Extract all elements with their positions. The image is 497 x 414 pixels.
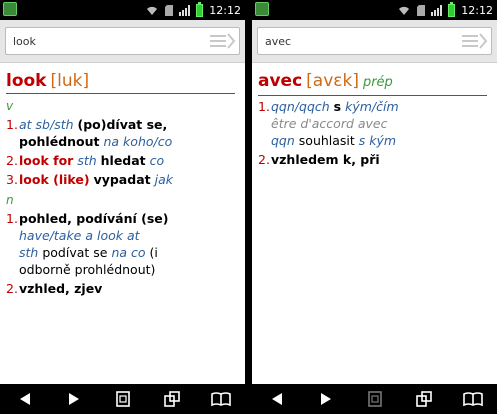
example-translation: podívat se [42,245,108,260]
forward-arrow-icon[interactable] [314,389,338,409]
part-of-speech: prép [362,75,393,90]
phrasal-verb[interactable]: look for [19,153,73,168]
pronunciation: [avɛk] [306,71,359,91]
back-arrow-icon[interactable] [265,389,289,409]
battery-icon [196,1,204,17]
single-window-icon[interactable] [363,389,387,409]
valency[interactable]: jak [155,172,173,187]
valency[interactable]: kým/čím [345,99,399,114]
part-of-speech: v [6,99,14,113]
sense-number: 2. [258,152,270,167]
sense-item: 2. vzhled, zjev [6,280,235,297]
part-of-speech: n [6,193,14,207]
sense-number: 2. [6,153,18,168]
notification-app-icon [3,2,17,16]
sense-item: 2. look for sth hledat co [6,152,235,169]
translation: hledat [100,153,146,168]
phone-screen-left: 12:12 look[luk] v 1. at sb/sth (po)dívat… [0,0,245,414]
search-bar [0,20,245,63]
signal-icon [431,4,443,16]
bottom-toolbar [252,384,497,414]
status-bar: 12:12 [252,0,497,20]
sense-item: 3. look (like) vypadat jak [6,171,235,188]
clock: 12:12 [209,3,241,17]
sd-card-icon [417,4,426,16]
valency[interactable]: na co [111,245,145,260]
book-icon[interactable] [461,389,485,409]
example-phrase: être d'accord avec [271,116,388,131]
status-icons: 12:12 [145,1,241,18]
phrasal-verb[interactable]: look (like) [19,172,90,187]
sense-number: 1. [258,99,270,114]
status-bar: 12:12 [0,0,245,20]
valency[interactable]: na koho/co [104,134,173,149]
list-menu-icon[interactable] [462,33,488,49]
translation: vzhledem k, při [271,152,380,167]
status-icons: 12:12 [397,1,493,18]
translation: pohled, podívání (se) [19,211,169,226]
example-translation: odborně prohlédnout) [19,262,156,277]
bottom-toolbar [0,384,245,414]
pronunciation: [luk] [50,71,90,91]
notification-app-icon [255,2,269,16]
headword: look [6,71,47,91]
example-translation: (i [149,245,158,260]
headword-line: look [luk] [6,70,235,94]
clock: 12:12 [461,3,493,17]
multi-window-icon[interactable] [160,389,184,409]
translation: vzhled, zjev [19,281,103,296]
battery-icon [448,1,456,17]
sense-number: 1. [6,211,18,226]
search-input[interactable] [257,27,492,55]
forward-arrow-icon[interactable] [62,389,86,409]
wifi-icon [145,4,159,16]
sd-card-icon [165,4,174,16]
sense-item: 1. qqn/qqch s kým/čím être d'accord avec… [258,98,487,149]
valency[interactable]: qqn/qqch [271,99,330,114]
search-input[interactable] [5,27,240,55]
phone-screen-right: 12:12 avec[avɛk]prép 1. qqn/qqch s kým/č… [252,0,497,414]
collocation[interactable]: at sb/sth [19,117,74,132]
search-bar [252,20,497,63]
valency[interactable]: s kým [359,133,396,148]
wifi-icon [397,4,411,16]
single-window-icon[interactable] [111,389,135,409]
sense-item: 1. at sb/sth (po)dívat se, pohlédnout na… [6,116,235,150]
sense-number: 2. [6,281,18,296]
book-icon[interactable] [209,389,233,409]
sense-item: 2. vzhledem k, při [258,151,487,168]
example-phrase[interactable]: sth [19,245,38,260]
translation: (po)dívat se, [77,117,168,132]
multi-window-icon[interactable] [412,389,436,409]
example-translation: souhlasit [298,133,355,148]
sense-number: 3. [6,172,18,187]
translation: vypadat [93,172,151,187]
dictionary-entry: avec [avɛk] prép 1. qqn/qqch s kým/čím êtr… [252,64,497,384]
sense-item: 1. pohled, podívání (se) have/take a loo… [6,210,235,278]
sense-number: 1. [6,117,18,132]
dictionary-entry: look [luk] v 1. at sb/sth (po)dívat se, p… [0,64,245,384]
translation: s [333,99,342,114]
valency[interactable]: qqn [271,133,295,148]
headword-line: avec [avɛk] prép [258,70,487,96]
back-arrow-icon[interactable] [13,389,37,409]
signal-icon [179,4,191,16]
valency[interactable]: co [150,153,165,168]
collocation[interactable]: sth [77,153,96,168]
translation: pohlédnout [19,134,100,149]
list-menu-icon[interactable] [210,33,236,49]
headword: avec [258,71,303,91]
example-phrase[interactable]: have/take a look at [19,228,140,243]
